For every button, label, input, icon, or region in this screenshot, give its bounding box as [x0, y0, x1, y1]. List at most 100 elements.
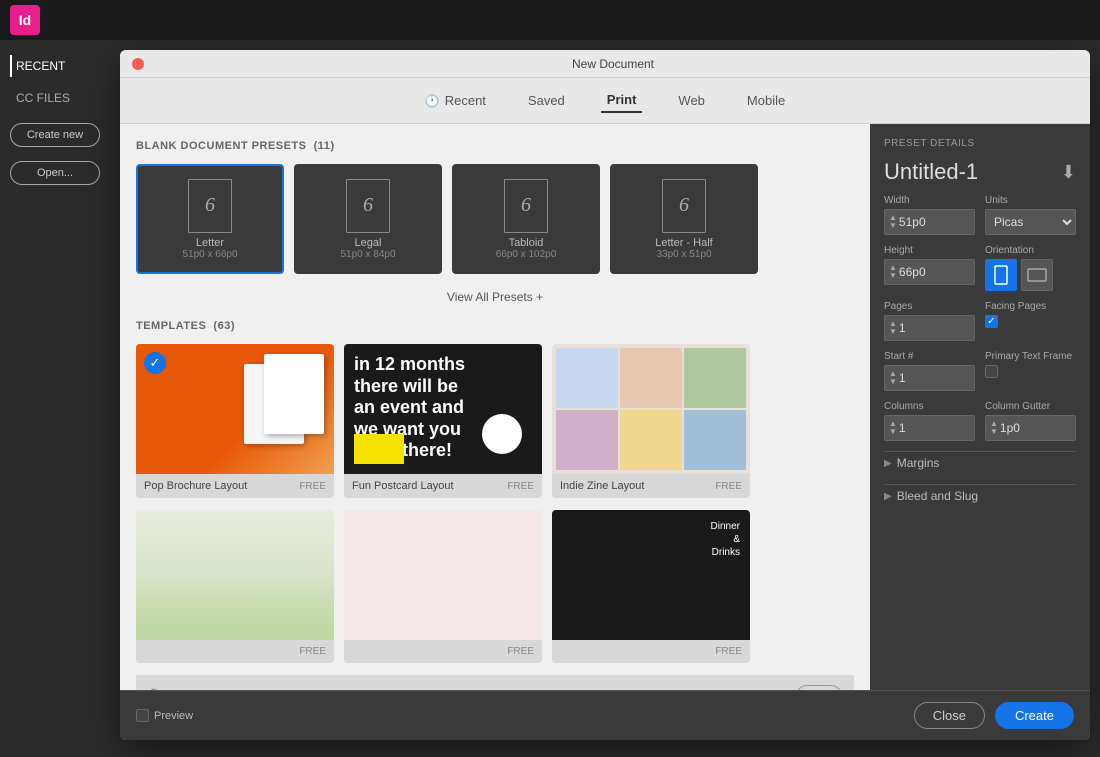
template-flowers-footer: FREE	[136, 640, 334, 663]
dialog-body: BLANK DOCUMENT PRESETS (11) Letter 51p0 …	[120, 124, 1090, 690]
height-input[interactable]	[899, 265, 970, 279]
template-dinner[interactable]: Dinner&Drinks FREE	[552, 510, 750, 663]
start-spinner[interactable]: ▲ ▼	[889, 370, 897, 386]
tab-saved[interactable]: Saved	[522, 89, 571, 112]
postcard-yellow	[354, 434, 404, 464]
save-preset-icon[interactable]: ⬇	[1061, 162, 1076, 183]
template-pop-brochure-badge: FREE	[299, 481, 326, 492]
pages-label: Pages	[884, 301, 975, 312]
dinner-text: Dinner&Drinks	[711, 520, 740, 559]
columns-gutter-row: Columns ▲ ▼ Column Gutter	[884, 401, 1076, 441]
height-field-group: Height ▲ ▼	[884, 245, 975, 285]
portrait-button[interactable]	[985, 259, 1017, 291]
template-pink[interactable]: FREE	[344, 510, 542, 663]
width-units-row: Width ▲ ▼ Units	[884, 195, 1076, 235]
primary-text-field-group: Primary Text Frame	[985, 351, 1076, 378]
start-down-arrow[interactable]: ▼	[889, 378, 897, 386]
template-indie-zine[interactable]: Indie Zine Layout FREE	[552, 344, 750, 498]
column-gutter-spinner[interactable]: ▲ ▼	[990, 420, 998, 436]
orientation-label: Orientation	[985, 245, 1076, 256]
right-panel: PRESET DETAILS Untitled-1 ⬇ Width ▲	[870, 124, 1090, 690]
margins-collapsible[interactable]: ▶ Margins	[884, 451, 1076, 474]
columns-input[interactable]	[899, 421, 970, 435]
columns-spinner[interactable]: ▲ ▼	[889, 420, 897, 436]
facing-pages-checkbox[interactable]: ✓	[985, 315, 998, 328]
preset-name-text: Untitled-1	[884, 159, 978, 185]
template-flowers[interactable]: FREE	[136, 510, 334, 663]
preview-checkbox[interactable]	[136, 709, 149, 722]
template-selected-check: ✓	[144, 352, 166, 374]
template-fun-postcard-footer: Fun Postcard Layout FREE	[344, 474, 542, 498]
letter-page-icon	[188, 179, 232, 233]
close-traffic-light[interactable]	[132, 58, 144, 70]
height-down-arrow[interactable]: ▼	[889, 272, 897, 280]
template-indie-zine-thumb	[552, 344, 750, 474]
templates-label: TEMPLATES	[136, 320, 206, 332]
pages-down-arrow[interactable]: ▼	[889, 328, 897, 336]
sidebar-item-cc-files[interactable]: CC FILES	[10, 87, 100, 109]
create-new-button[interactable]: Create new	[10, 123, 100, 147]
pages-input[interactable]	[899, 321, 970, 335]
height-label: Height	[884, 245, 975, 256]
template-pop-brochure-name: Pop Brochure Layout	[144, 480, 247, 492]
preset-letter-half[interactable]: Letter - Half 33p0 x 51p0	[610, 164, 758, 274]
preset-tabloid[interactable]: Tabloid 66p0 x 102p0	[452, 164, 600, 274]
columns-down-arrow[interactable]: ▼	[889, 428, 897, 436]
preset-name: Untitled-1 ⬇	[884, 159, 1076, 185]
template-fun-postcard[interactable]: in 12 monthsthere will bean event andwe …	[344, 344, 542, 498]
template-indie-zine-footer: Indie Zine Layout FREE	[552, 474, 750, 498]
close-button[interactable]: Close	[914, 702, 985, 729]
start-input[interactable]	[899, 371, 970, 385]
blank-presets-label: BLANK DOCUMENT PRESETS	[136, 140, 307, 152]
column-gutter-input[interactable]	[1000, 421, 1071, 435]
height-input-wrap: ▲ ▼	[884, 259, 975, 285]
preset-letter[interactable]: Letter 51p0 x 66p0	[136, 164, 284, 274]
orientation-buttons	[985, 259, 1076, 291]
new-document-dialog: New Document 🕐 Recent Saved Print Web	[120, 50, 1090, 740]
dialog-bottom: Preview Close Create	[120, 690, 1090, 740]
pages-spinner[interactable]: ▲ ▼	[889, 320, 897, 336]
start-primary-row: Start # ▲ ▼ Primary Text Frame	[884, 351, 1076, 391]
sidebar-item-recent[interactable]: RECENT	[10, 55, 100, 77]
width-down-arrow[interactable]: ▼	[889, 222, 897, 230]
template-pop-brochure-thumb: ✓	[136, 344, 334, 474]
bleed-collapsible[interactable]: ▶ Bleed and Slug	[884, 484, 1076, 507]
bleed-label: Bleed and Slug	[897, 489, 978, 503]
preset-tabloid-dims: 66p0 x 102p0	[496, 249, 557, 260]
height-orientation-row: Height ▲ ▼ Orientation	[884, 245, 1076, 291]
zine-cell-3	[684, 348, 746, 408]
view-all-presets[interactable]: View All Presets +	[136, 290, 854, 304]
column-gutter-down-arrow[interactable]: ▼	[990, 428, 998, 436]
app-logo: Id	[10, 5, 40, 35]
units-select[interactable]: Picas Inches Millimeters	[985, 209, 1076, 235]
preset-legal[interactable]: Legal 51p0 x 84p0	[294, 164, 442, 274]
start-label: Start #	[884, 351, 975, 362]
template-pop-brochure[interactable]: ✓ Pop Brochure Layout FREE	[136, 344, 334, 498]
template-pink-footer: FREE	[344, 640, 542, 663]
margins-label: Margins	[897, 456, 940, 470]
primary-text-checkbox[interactable]	[985, 365, 998, 378]
tab-web[interactable]: Web	[672, 89, 711, 112]
facing-pages-label: Facing Pages	[985, 301, 1076, 312]
width-spinner[interactable]: ▲ ▼	[889, 214, 897, 230]
zine-cell-6	[684, 410, 746, 470]
tab-print[interactable]: Print	[601, 88, 643, 113]
zine-cell-2	[620, 348, 682, 408]
pages-input-wrap: ▲ ▼	[884, 315, 975, 341]
preset-letter-name: Letter	[196, 237, 224, 249]
landscape-button[interactable]	[1021, 259, 1053, 291]
zine-cell-1	[556, 348, 618, 408]
create-button[interactable]: Create	[995, 702, 1074, 729]
tab-mobile[interactable]: Mobile	[741, 89, 791, 112]
template-pink-badge: FREE	[507, 646, 534, 657]
open-button[interactable]: Open...	[10, 161, 100, 185]
tab-print-label: Print	[607, 92, 637, 107]
columns-input-wrap: ▲ ▼	[884, 415, 975, 441]
view-all-presets-link[interactable]: View All Presets +	[447, 290, 543, 304]
pages-facing-row: Pages ▲ ▼ Facing Pages	[884, 301, 1076, 341]
height-spinner[interactable]: ▲ ▼	[889, 264, 897, 280]
template-pink-thumb	[344, 510, 542, 640]
width-input[interactable]	[899, 215, 970, 229]
template-dinner-footer: FREE	[552, 640, 750, 663]
tab-recent[interactable]: 🕐 Recent	[419, 89, 492, 112]
